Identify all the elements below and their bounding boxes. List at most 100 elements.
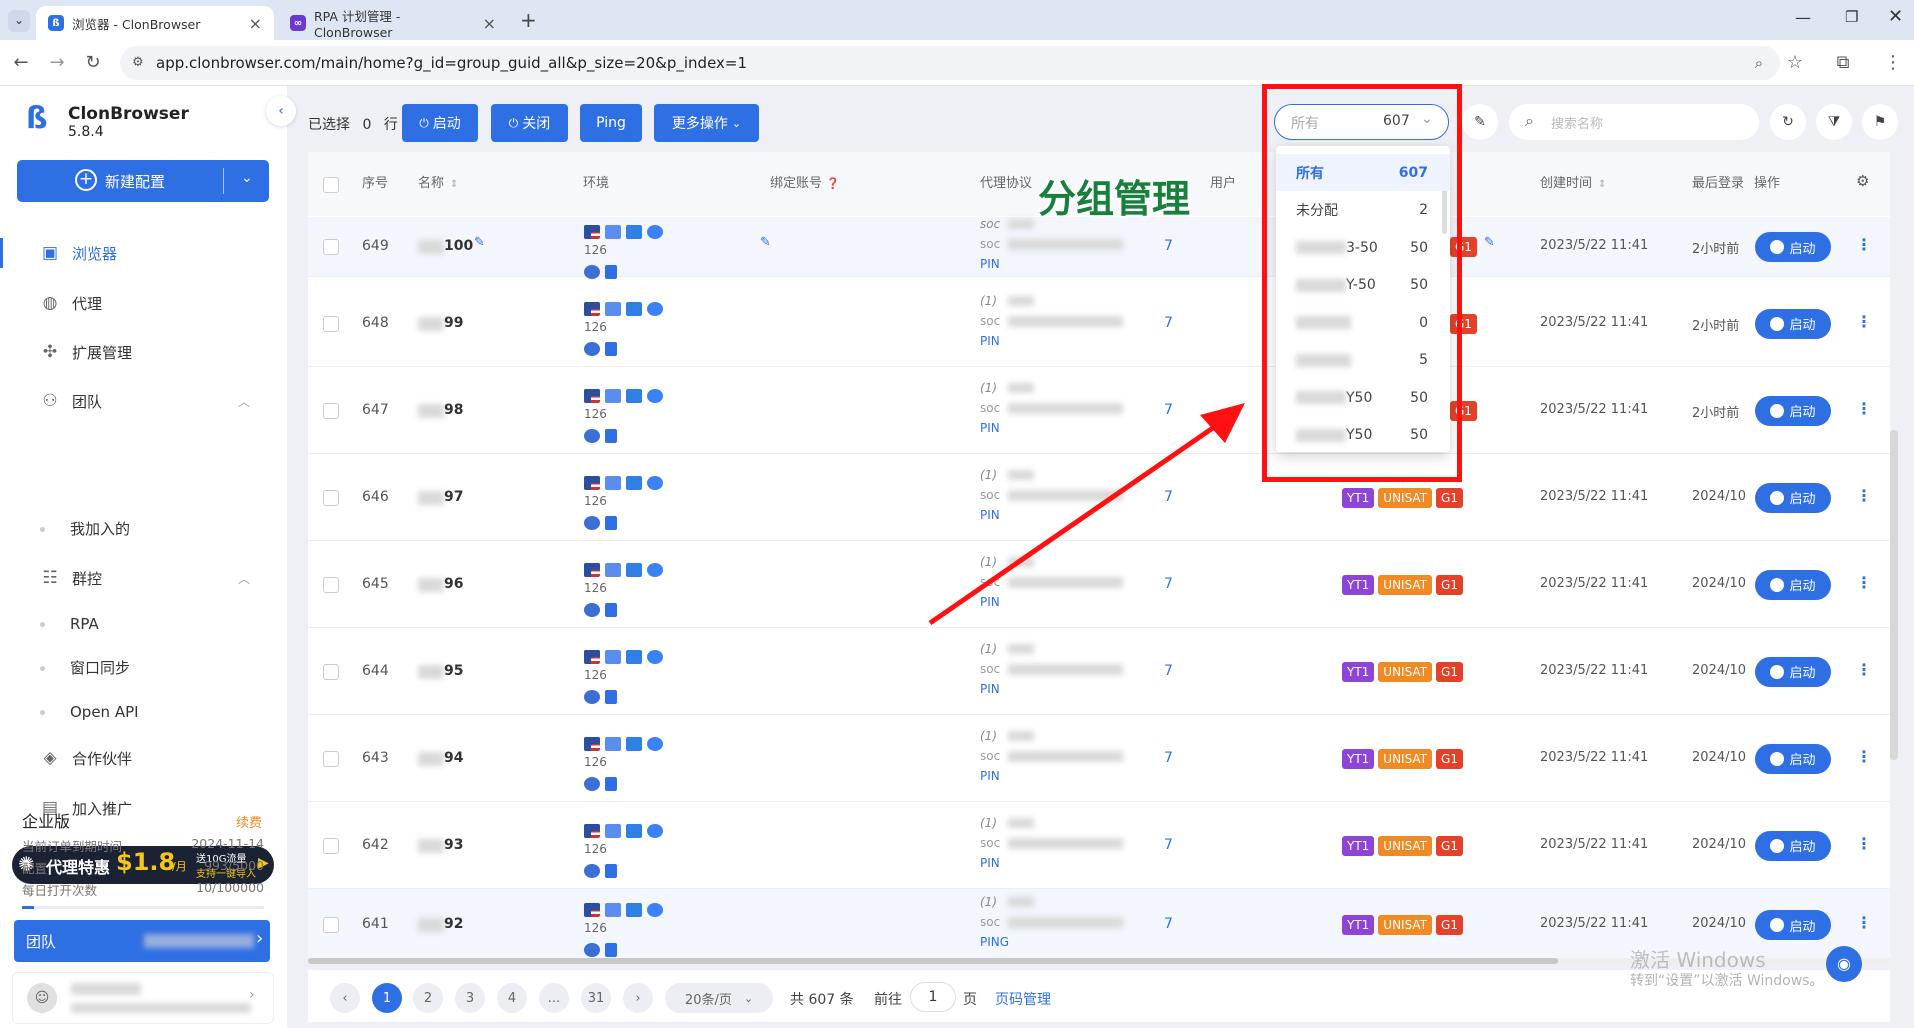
restore-icon[interactable]: ❐ [1845, 8, 1858, 26]
filter-icon[interactable]: ⧩ [1816, 104, 1852, 140]
sidebar-subitem-rpa[interactable]: RPA [40, 609, 99, 639]
user-card[interactable]: ☺ › [12, 972, 274, 1024]
close-button[interactable]: ⏻ 关闭 [491, 104, 568, 142]
row-users[interactable]: 7 [1164, 916, 1173, 932]
sidebar-subitem-window-sync[interactable]: 窗口同步 [40, 653, 130, 683]
row-name[interactable]: 99 [444, 315, 463, 331]
tab-rpa[interactable]: ∞ RPA 计划管理 - ClonBrowser × [278, 6, 508, 40]
row-start-button[interactable]: 启动 [1755, 308, 1831, 339]
zoom-icon[interactable]: ⌕ [1746, 50, 1772, 76]
minimize-icon[interactable]: — [1795, 8, 1811, 27]
row-start-button[interactable]: 启动 [1755, 232, 1831, 262]
page-number[interactable]: 2 [413, 983, 443, 1013]
column-settings-icon[interactable]: ⚙ [1856, 172, 1869, 190]
row-users[interactable]: 7 [1164, 663, 1173, 679]
edit-account-icon[interactable]: ✎ [760, 235, 771, 250]
row-name[interactable]: 95 [444, 663, 463, 679]
bookmark-icon[interactable]: ⚑ [1862, 104, 1898, 140]
team-button[interactable]: 团队 › [14, 920, 270, 962]
page-number[interactable]: 4 [497, 983, 527, 1013]
row-name[interactable]: 100 [444, 238, 473, 254]
sidebar-subitem-joined[interactable]: 我加入的 [40, 514, 130, 544]
row-more-icon[interactable]: ⋮ [1856, 660, 1872, 679]
scrollbar-thumb[interactable] [308, 958, 1558, 964]
page-size-select[interactable]: 20条/页 ⌄ [665, 983, 773, 1013]
page-number[interactable]: ... [539, 983, 569, 1013]
new-config-button[interactable]: + 新建配置 ⌄ [17, 160, 269, 202]
close-tab-icon[interactable]: × [249, 14, 262, 33]
row-start-button[interactable]: 启动 [1755, 482, 1831, 513]
forward-arrow-icon[interactable]: → [44, 50, 70, 76]
page-number[interactable]: 1 [372, 983, 402, 1013]
table-row[interactable]: 644 95 126 (1) soc PIN 7 YT1 UNISAT G1 202… [308, 628, 1890, 715]
search-input[interactable]: ⌕ 搜索名称 [1509, 104, 1759, 140]
row-name[interactable]: 97 [444, 489, 463, 505]
site-info-icon[interactable]: ⚙ [132, 46, 144, 80]
row-more-icon[interactable]: ⋮ [1856, 399, 1872, 418]
row-checkbox[interactable] [323, 750, 339, 767]
sidebar-item-proxy[interactable]: ◍ 代理 [40, 285, 102, 321]
edit-tags-icon[interactable]: ✎ [1484, 235, 1495, 250]
row-checkbox[interactable] [323, 315, 339, 332]
row-name[interactable]: 94 [444, 750, 463, 766]
new-tab-plus-icon[interactable]: + [520, 8, 537, 32]
row-start-button[interactable]: 启动 [1755, 656, 1831, 687]
row-start-button[interactable]: 启动 [1755, 743, 1831, 774]
goto-page-input[interactable]: 1 [910, 982, 956, 1012]
row-users[interactable]: 7 [1164, 750, 1173, 766]
reload-icon[interactable]: ↻ [80, 50, 106, 76]
col-index[interactable]: 序号 [362, 172, 388, 191]
start-button[interactable]: ⏻ 启动 [402, 104, 478, 142]
collapse-sidebar-icon[interactable]: ‹ [266, 96, 296, 126]
sidebar-item-partners[interactable]: ◈ 合作伙伴 [40, 740, 132, 776]
row-name[interactable]: 98 [444, 402, 463, 418]
row-start-button[interactable]: 启动 [1755, 910, 1831, 940]
prev-page-icon[interactable]: ‹ [330, 983, 360, 1013]
row-checkbox[interactable] [323, 917, 339, 933]
row-name[interactable]: 96 [444, 576, 463, 592]
chevron-down-icon[interactable]: ⌄ [241, 170, 253, 186]
extensions-icon[interactable]: ⧉ [1830, 50, 1856, 76]
renew-link[interactable]: 续费 [236, 812, 262, 831]
edit-name-icon[interactable]: ✎ [474, 235, 485, 250]
row-more-icon[interactable]: ⋮ [1856, 747, 1872, 766]
row-users[interactable]: 7 [1164, 837, 1173, 853]
row-start-button[interactable]: 启动 [1755, 569, 1831, 600]
select-all-checkbox[interactable] [323, 177, 339, 193]
row-more-icon[interactable]: ⋮ [1856, 312, 1872, 331]
refresh-icon[interactable]: ↻ [1770, 104, 1806, 140]
next-page-icon[interactable]: › [623, 983, 653, 1013]
table-row[interactable]: 648 99 126 (1) soc PIN 7 G1 2023/5/22 11… [308, 280, 1890, 367]
table-row[interactable]: 643 94 126 (1) soc PIN 7 YT1 UNISAT G1 202… [308, 715, 1890, 802]
browser-menu-icon[interactable]: ⋮ [1880, 50, 1906, 76]
table-row[interactable]: 649 100 126 soc soc PIN 7 G1 2023/5/22 1… [308, 217, 1890, 279]
row-more-icon[interactable]: ⋮ [1856, 834, 1872, 853]
row-start-button[interactable]: 启动 [1755, 395, 1831, 426]
row-checkbox[interactable] [323, 402, 339, 419]
row-more-icon[interactable]: ⋮ [1856, 235, 1872, 254]
row-checkbox[interactable] [323, 663, 339, 680]
floating-help-button[interactable]: ◉ [1826, 946, 1862, 982]
row-name[interactable]: 92 [444, 916, 463, 932]
row-checkbox[interactable] [323, 837, 339, 854]
row-checkbox[interactable] [323, 489, 339, 506]
url-input[interactable]: ⚙ app.clonbrowser.com/main/home?g_id=gro… [120, 46, 1780, 80]
row-users[interactable]: 7 [1164, 315, 1173, 331]
table-row[interactable]: 642 93 126 (1) soc PIN 7 YT1 UNISAT G1 202… [308, 802, 1890, 889]
back-arrow-icon[interactable]: ← [8, 50, 34, 76]
row-more-icon[interactable]: ⋮ [1856, 913, 1872, 932]
bookmark-star-icon[interactable]: ☆ [1782, 50, 1808, 76]
page-number[interactable]: 31 [581, 983, 611, 1013]
row-name[interactable]: 93 [444, 837, 463, 853]
row-users[interactable]: 7 [1164, 238, 1173, 254]
vertical-scrollbar[interactable] [1890, 430, 1898, 760]
sidebar-item-browser[interactable]: ▣ 浏览器 [40, 235, 117, 271]
tab-browser[interactable]: ß 浏览器 - ClonBrowser × [36, 6, 274, 40]
page-number[interactable]: 3 [455, 983, 485, 1013]
col-name[interactable]: 名称 ⇕ [418, 172, 458, 191]
page-manage-link[interactable]: 页码管理 [995, 989, 1051, 1009]
row-checkbox[interactable] [323, 239, 339, 255]
col-last-login[interactable]: 最后登录 [1692, 172, 1744, 191]
row-start-button[interactable]: 启动 [1755, 830, 1831, 861]
edit-group-icon[interactable]: ✎ [1462, 104, 1498, 140]
